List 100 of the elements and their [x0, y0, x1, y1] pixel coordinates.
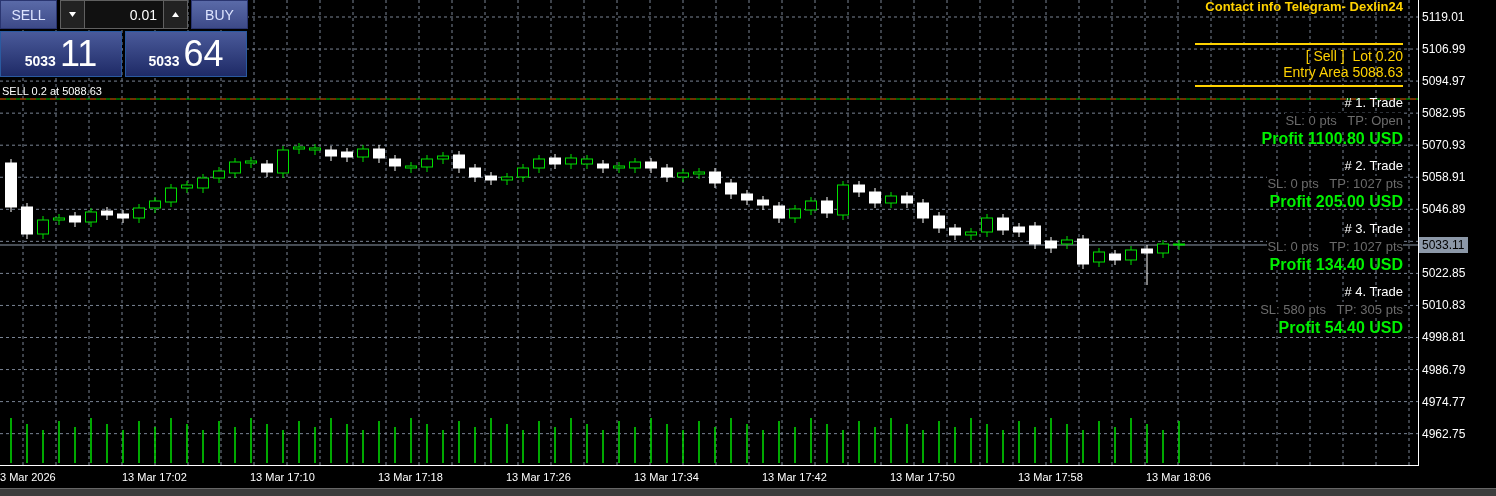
price-tick: 5119.01	[1421, 9, 1465, 25]
candle	[69, 211, 81, 228]
candle	[869, 187, 881, 209]
candle	[917, 198, 929, 224]
order-side-lot: [ Sell ] Lot 0.20	[1304, 48, 1403, 64]
candle	[533, 154, 545, 174]
trade-profit: Profit 205.00 USD	[1268, 192, 1403, 212]
candle	[933, 211, 945, 234]
candle	[245, 156, 257, 169]
candle	[1141, 244, 1153, 286]
candle	[997, 213, 1009, 236]
candle	[1173, 239, 1185, 251]
candle	[549, 153, 561, 170]
candle	[613, 161, 625, 174]
candle	[421, 154, 433, 173]
trade-title: # 3. Trade	[1343, 221, 1403, 237]
candle	[741, 189, 753, 206]
trade-profit: Profit 54.40 USD	[1277, 318, 1403, 338]
time-tick: 13 Mar 17:10	[249, 471, 316, 483]
trade-title: # 2. Trade	[1343, 158, 1403, 174]
candle	[5, 158, 17, 213]
price-tick: 4998.81	[1421, 329, 1466, 346]
candle	[981, 213, 993, 238]
candle	[277, 145, 289, 179]
candle	[341, 147, 353, 163]
price-tick: 5022.85	[1421, 265, 1466, 282]
candle	[837, 180, 849, 221]
candle	[165, 183, 177, 208]
candle	[709, 167, 721, 189]
time-tick: 3 Mar 2026	[0, 471, 57, 483]
candle	[1077, 234, 1089, 270]
trade-profit: Profit 1100.80 USD	[1260, 129, 1403, 149]
candle	[645, 157, 657, 174]
candle	[853, 180, 865, 198]
candle	[1125, 245, 1137, 266]
candle	[757, 195, 769, 211]
buy-price-button[interactable]: 5033 64	[125, 31, 247, 77]
candle	[1109, 249, 1121, 266]
candle	[437, 151, 449, 165]
candle	[1093, 247, 1105, 268]
candle	[1157, 239, 1169, 259]
trade-title: # 1. Trade	[1343, 95, 1403, 111]
entry-area: Entry Area 5088.63	[1283, 64, 1403, 80]
trade-levels: SL: 0 pts TP: Open	[1285, 113, 1403, 129]
candle	[197, 173, 209, 194]
candle	[661, 163, 673, 183]
trade-levels: SL: 580 pts TP: 305 pts	[1260, 302, 1403, 318]
time-tick: 13 Mar 17:26	[505, 471, 572, 483]
price-tick: 5082.95	[1421, 105, 1466, 122]
trade-levels: SL: 0 pts TP: 1027 pts	[1267, 239, 1403, 255]
candle	[133, 203, 145, 224]
candle	[101, 206, 113, 221]
candle	[1061, 235, 1073, 250]
price-tick: 5010.83	[1421, 297, 1466, 314]
candle	[485, 171, 497, 186]
price-tick: 5058.91	[1421, 169, 1466, 186]
candle	[149, 196, 161, 214]
candle	[357, 144, 369, 163]
trade-profit: Profit 134.40 USD	[1268, 255, 1403, 275]
candle	[1013, 222, 1025, 238]
candle	[949, 223, 961, 241]
candle	[901, 191, 913, 209]
candle	[501, 172, 513, 186]
candle	[597, 159, 609, 174]
candle	[21, 202, 33, 240]
candle	[261, 159, 273, 178]
candle	[517, 163, 529, 183]
candle	[213, 166, 225, 184]
candle	[117, 209, 129, 224]
price-tick: 4974.77	[1421, 393, 1466, 410]
time-tick: 13 Mar 17:50	[889, 471, 956, 483]
candle	[453, 150, 465, 174]
time-tick: 13 Mar 17:34	[633, 471, 700, 483]
trade-levels: SL: 0 pts TP: 1027 pts	[1267, 176, 1403, 192]
price-tick: 5046.89	[1421, 201, 1466, 218]
candle	[37, 215, 49, 240]
candle	[789, 204, 801, 224]
candle	[85, 207, 97, 228]
order-label: SELL 0.2 at 5088.63	[2, 85, 102, 97]
candle	[677, 168, 689, 183]
candle	[389, 154, 401, 172]
candle	[309, 143, 321, 156]
sell-price-button[interactable]: 5033 11	[0, 31, 122, 77]
candle	[725, 178, 737, 200]
time-tick: 13 Mar 17:02	[121, 471, 188, 483]
time-tick: 13 Mar 18:06	[1145, 471, 1212, 483]
price-tick: 4962.75	[1421, 425, 1466, 442]
sell-button[interactable]: SELL	[0, 0, 57, 29]
candle	[325, 145, 337, 162]
candle	[885, 191, 897, 209]
price-tick: 4986.79	[1421, 361, 1466, 378]
price-tick: 5070.93	[1421, 137, 1466, 154]
candle	[1045, 236, 1057, 254]
candle	[821, 196, 833, 219]
trade-title: # 4. Trade	[1343, 284, 1403, 300]
price-tick: 5106.99	[1421, 41, 1466, 58]
candle	[469, 163, 481, 183]
candle	[1029, 221, 1041, 250]
buy-button[interactable]: BUY	[191, 0, 248, 29]
contact-text: Contact info Telegram- Dexlin24	[1205, 0, 1403, 14]
